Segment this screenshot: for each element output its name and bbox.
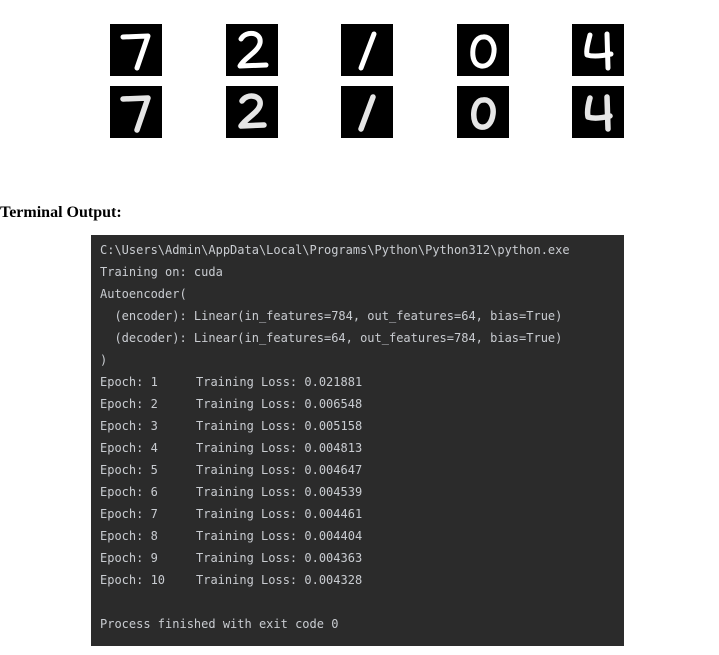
terminal-epoch-line: Epoch: 2 Training Loss: 0.006548 xyxy=(100,393,624,415)
training-loss-text: Training Loss: 0.004539 xyxy=(196,485,363,499)
epoch-label: Epoch: 3 xyxy=(100,419,158,433)
terminal-epoch-line: Epoch: 4 Training Loss: 0.004813 xyxy=(100,437,624,459)
original-digit-4-image xyxy=(572,24,624,76)
digit-image-grid xyxy=(0,0,719,160)
training-loss-text: Training Loss: 0.021881 xyxy=(196,375,363,389)
epoch-label: Epoch: 9 xyxy=(100,551,158,565)
training-loss-text: Training Loss: 0.004363 xyxy=(196,551,363,565)
epoch-label: Epoch: 10 xyxy=(100,573,166,587)
terminal-epoch-line: Epoch: 6 Training Loss: 0.004539 xyxy=(100,481,624,503)
training-loss-text: Training Loss: 0.004328 xyxy=(196,573,363,587)
original-digit-0-image xyxy=(457,24,509,76)
terminal-epoch-line: Epoch: 1 Training Loss: 0.021881 xyxy=(100,371,624,393)
epoch-label: Epoch: 5 xyxy=(100,463,158,477)
reconstructed-digit-2-image xyxy=(226,86,278,138)
terminal-epoch-line: Epoch: 7 Training Loss: 0.004461 xyxy=(100,503,624,525)
original-digit-1-image xyxy=(341,24,393,76)
terminal-epoch-line: Epoch: 8 Training Loss: 0.004404 xyxy=(100,525,624,547)
training-loss-text: Training Loss: 0.004647 xyxy=(196,463,363,477)
epoch-label: Epoch: 4 xyxy=(100,441,158,455)
reconstructed-digit-7-image xyxy=(110,86,162,138)
reconstructed-digit-4-image xyxy=(572,86,624,138)
epoch-label: Epoch: 6 xyxy=(100,485,158,499)
original-digit-2-image xyxy=(226,24,278,76)
terminal-exit-line: Process finished with exit code 0 xyxy=(100,617,339,631)
terminal-decoder-line: (decoder): Linear(in_features=64, out_fe… xyxy=(100,331,563,345)
terminal-epoch-line: Epoch: 10 Training Loss: 0.004328 xyxy=(100,569,624,591)
terminal-output-heading: Terminal Output: xyxy=(0,204,122,221)
terminal-device-line: Training on: cuda xyxy=(100,265,223,279)
reconstructed-digit-1-image xyxy=(341,86,393,138)
training-loss-text: Training Loss: 0.004461 xyxy=(196,507,363,521)
training-loss-text: Training Loss: 0.004813 xyxy=(196,441,363,455)
epoch-label: Epoch: 1 xyxy=(100,375,158,389)
training-loss-text: Training Loss: 0.004404 xyxy=(196,529,363,543)
epoch-label: Epoch: 2 xyxy=(100,397,158,411)
terminal-epoch-line: Epoch: 5 Training Loss: 0.004647 xyxy=(100,459,624,481)
training-loss-text: Training Loss: 0.005158 xyxy=(196,419,363,433)
terminal-epoch-line: Epoch: 9 Training Loss: 0.004363 xyxy=(100,547,624,569)
original-digit-7-image xyxy=(110,24,162,76)
reconstructed-digit-0-image xyxy=(457,86,509,138)
terminal-output-panel: C:\Users\Admin\AppData\Local\Programs\Py… xyxy=(91,235,624,646)
terminal-model-close-line: ) xyxy=(100,353,108,367)
terminal-model-open-line: Autoencoder( xyxy=(100,287,187,301)
terminal-encoder-line: (encoder): Linear(in_features=784, out_f… xyxy=(100,309,563,323)
epoch-label: Epoch: 7 xyxy=(100,507,158,521)
training-loss-text: Training Loss: 0.006548 xyxy=(196,397,363,411)
terminal-epoch-line: Epoch: 3 Training Loss: 0.005158 xyxy=(100,415,624,437)
terminal-command-line: C:\Users\Admin\AppData\Local\Programs\Py… xyxy=(100,243,570,257)
epoch-label: Epoch: 8 xyxy=(100,529,158,543)
